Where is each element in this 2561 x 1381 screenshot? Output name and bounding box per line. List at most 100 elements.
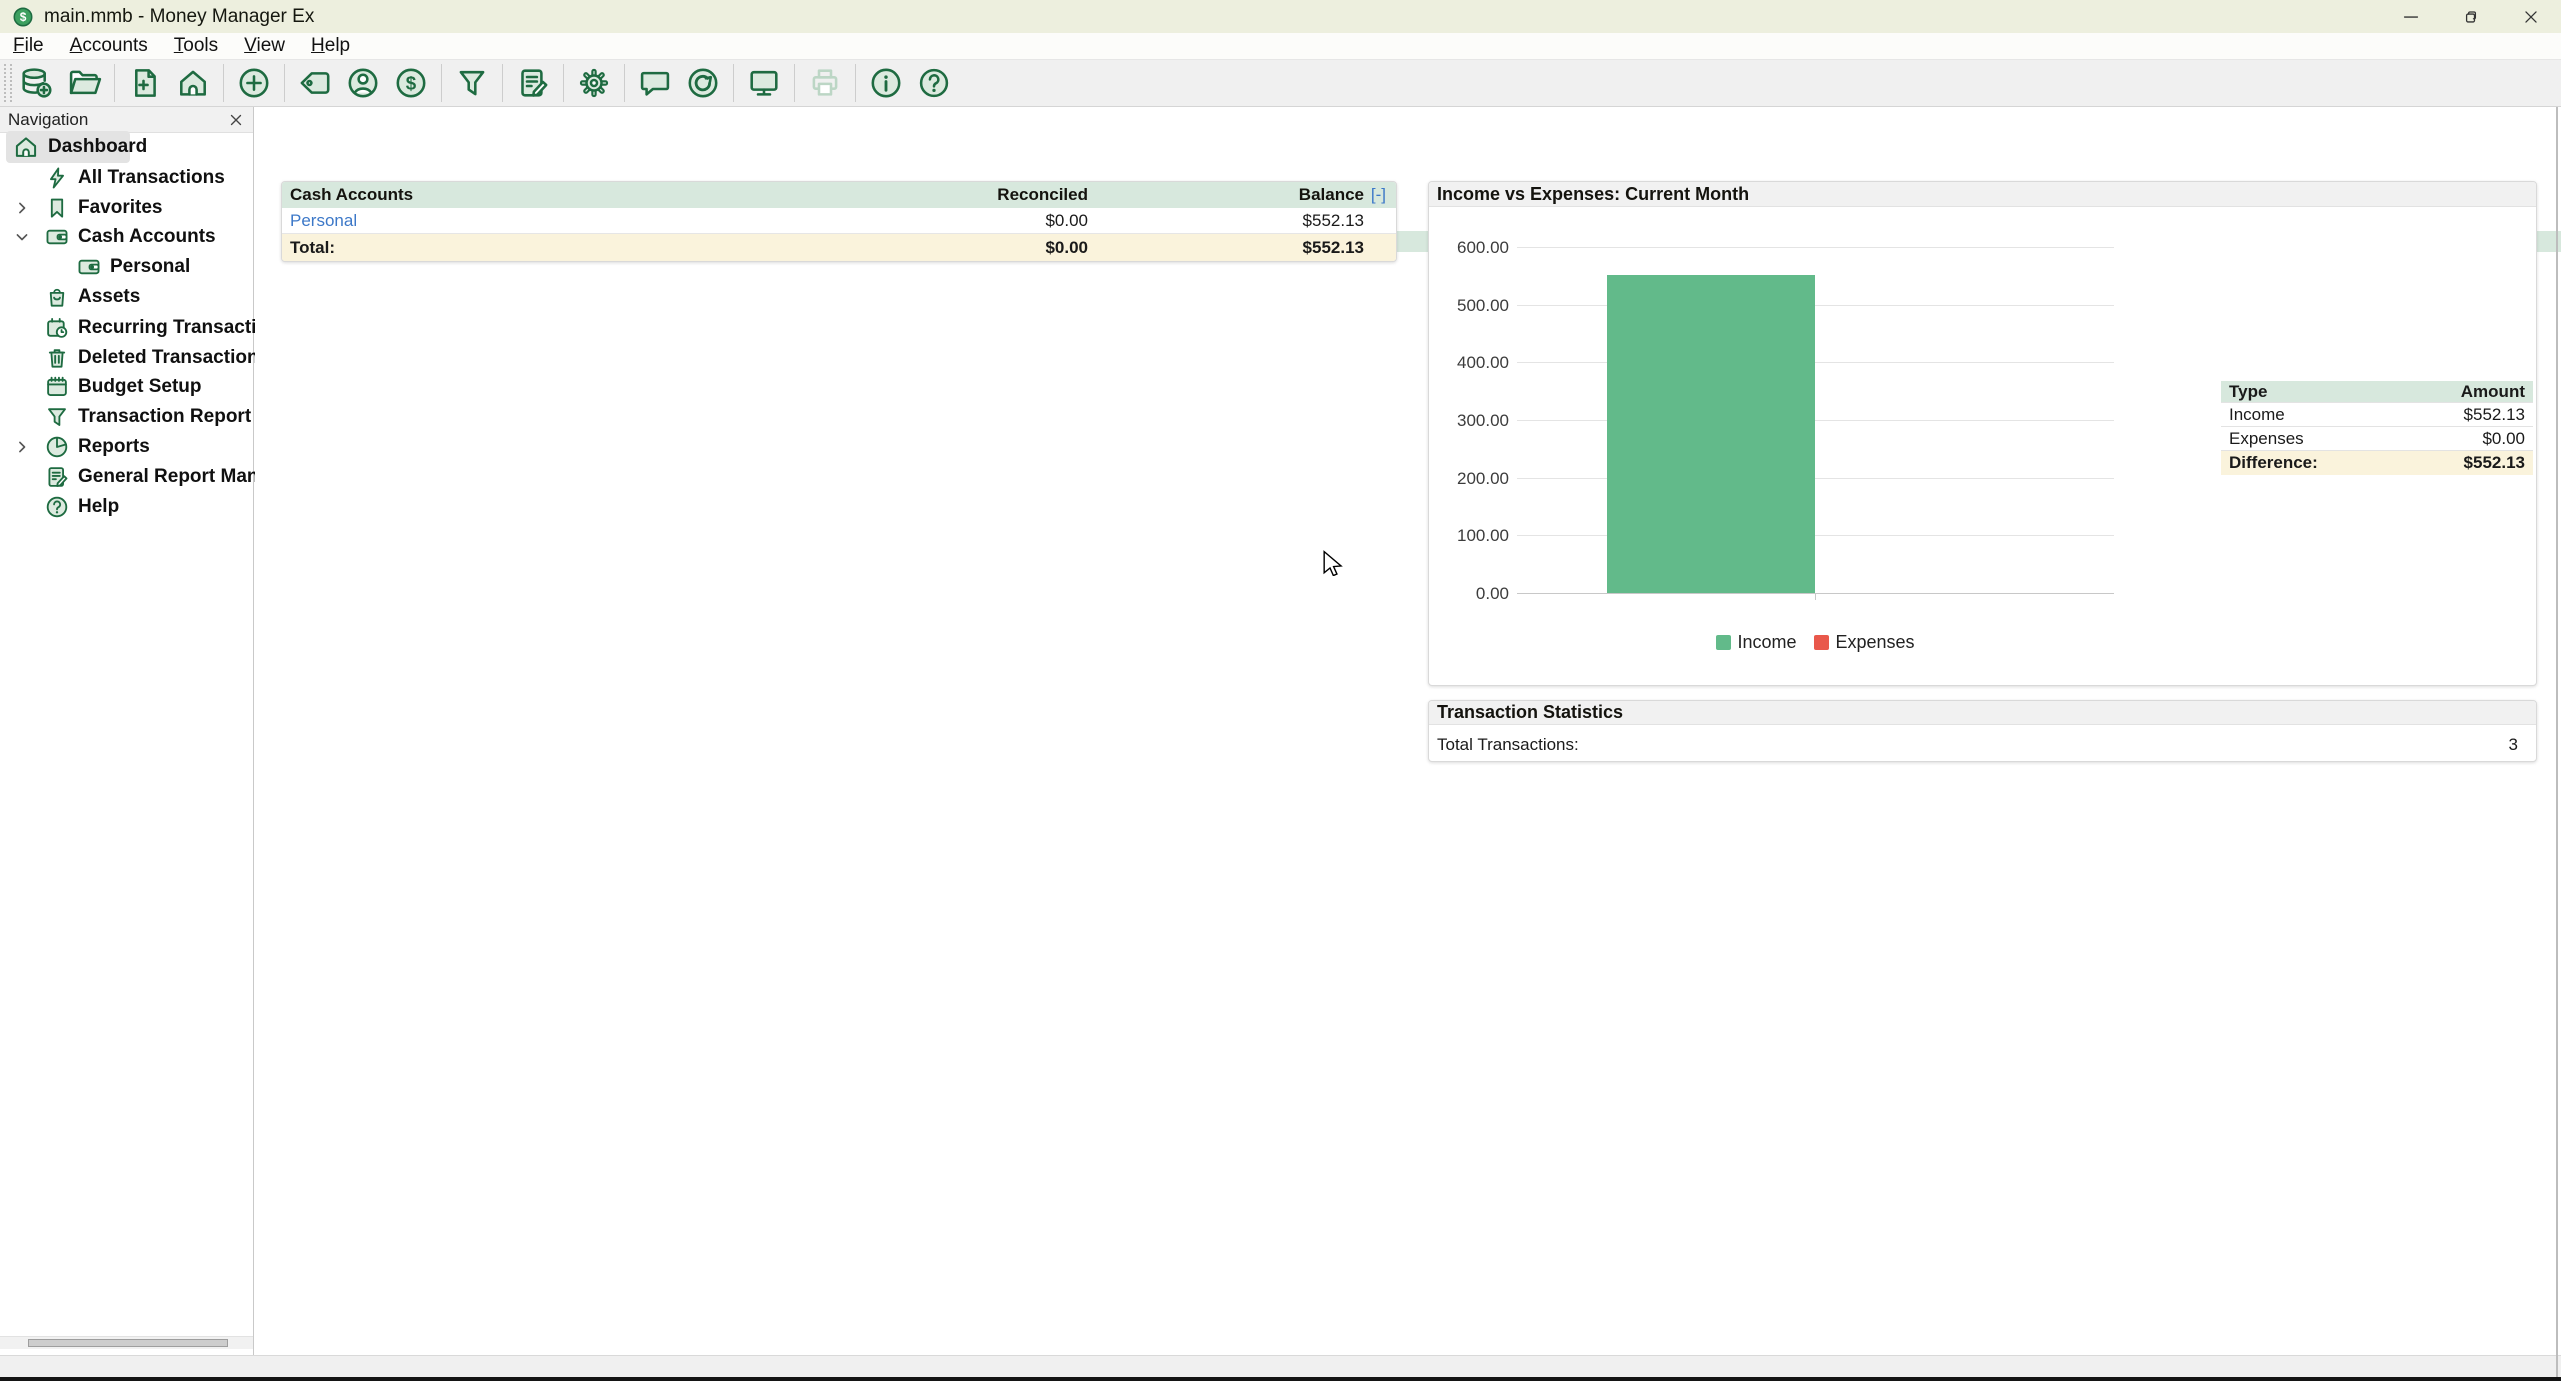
toolbar-general-report-manager-button[interactable] [509,61,557,105]
home-icon [175,65,211,101]
bag-icon [44,284,70,310]
toolbar-organize-payees-button[interactable] [339,61,387,105]
toolbar-fullscreen-button[interactable] [740,61,788,105]
nav-horizontal-scrollbar-thumb[interactable] [28,1339,228,1347]
lightning-icon [44,165,70,191]
toolbar-open-database-button[interactable] [60,61,108,105]
money-manager-ex-window: $ main.mmb - Money Manager Ex FileAccoun… [0,0,2561,1381]
toolbar-new-account-button[interactable] [121,61,169,105]
toolbar-news-button[interactable] [631,61,679,105]
menu-item-help[interactable]: Help [298,35,363,57]
total-transactions-row: Total Transactions: 3 [1429,735,2536,755]
nav-item-cash-accounts[interactable]: Cash Accounts [44,222,216,252]
pie-chart-icon [44,434,70,460]
toolbar-dashboard-home-button[interactable] [169,61,217,105]
cash-account-row: Personal $0.00 $552.13 [282,208,1396,234]
y-axis-label: 400.00 [1439,353,1509,373]
income-label: Income [2229,405,2464,425]
app-logo-icon: $ [12,6,34,28]
chevron-down-icon[interactable] [12,227,32,247]
toolbar-grip[interactable] [4,64,12,102]
bar-income [1607,275,1815,593]
toolbar-separator [794,64,795,102]
chart-legend: Income Expenses [1517,632,2114,653]
navigation-panel-header: Navigation [0,107,253,133]
speech-bubble-icon [637,65,673,101]
income-vs-expenses-panel: Income vs Expenses: Current Month 0.00 10… [1428,181,2537,686]
toolbar-separator [624,64,625,102]
income-vs-expenses-title: Income vs Expenses: Current Month [1429,182,2536,207]
y-axis-label: 100.00 [1439,526,1509,546]
toolbar-check-updates-button[interactable] [679,61,727,105]
nav-item-assets[interactable]: Assets [44,282,140,312]
menu-item-tools[interactable]: Tools [161,35,231,57]
chevron-right-icon[interactable] [12,437,32,457]
close-button[interactable] [2501,0,2561,33]
nav-horizontal-scrollbar[interactable] [0,1336,253,1349]
toolbar-new-transaction-button[interactable] [230,61,278,105]
menu-item-view[interactable]: View [231,35,298,57]
restore-button[interactable] [2441,0,2501,33]
gridline-600 [1517,247,2114,248]
expenses-amount: $0.00 [2482,429,2525,449]
total-balance-value: $552.13 [1088,238,1364,258]
folder-open-icon [66,65,102,101]
nav-item-all-transactions[interactable]: All Transactions [44,163,225,193]
nav-item-deleted-transactions[interactable]: Deleted Transactions [44,343,269,373]
toolbar-separator [114,64,115,102]
total-transactions-value: 3 [2509,735,2518,755]
nav-item-budget-setup[interactable]: Budget Setup [44,372,202,402]
collapse-panel-link[interactable]: [-] [1371,185,1386,205]
balance-column-header: Balance [1088,185,1364,205]
refresh-icon [685,65,721,101]
account-personal-link[interactable]: Personal [282,211,848,231]
menu-item-file[interactable]: File [0,35,57,57]
doc-edit-icon [44,464,70,490]
nav-item-recurring-transactions[interactable]: Recurring Transactions [44,313,290,343]
svg-text:$: $ [20,10,27,24]
toolbar-about-button[interactable] [862,61,910,105]
toolbar-organize-currencies-button[interactable]: $ [387,61,435,105]
personal-reconciled-value: $0.00 [848,211,1088,231]
nav-item-help[interactable]: Help [44,492,119,522]
dashboard-main-area: Total Net WorthReconciled: $0.00Assets: … [255,107,2561,1355]
toolbar-new-database-button[interactable] [12,61,60,105]
window-right-edge [2556,107,2558,1377]
toolbar-separator [223,64,224,102]
nav-item-favorites[interactable]: Favorites [44,193,162,223]
y-axis-label: 0.00 [1439,584,1509,604]
nav-item-label: Transaction Report [78,406,251,428]
toolbar-options-button[interactable] [570,61,618,105]
reconciled-column-header: Reconciled [848,185,1088,205]
gear-icon [576,65,612,101]
toolbar-organize-categories-button[interactable] [291,61,339,105]
nav-item-dashboard[interactable]: Dashboard [12,132,147,162]
transaction-statistics-panel: Transaction Statistics Total Transaction… [1428,700,2537,762]
nav-item-transaction-report[interactable]: Transaction Report [44,402,251,432]
nav-item-label: Favorites [78,197,162,219]
toolbar-separator [855,64,856,102]
y-axis-label: 500.00 [1439,296,1509,316]
navigation-close-icon[interactable] [227,111,245,129]
toolbar-separator [502,64,503,102]
calendar-clock-icon [44,315,70,341]
income-swatch-icon [1716,635,1731,650]
menu-item-accounts[interactable]: Accounts [57,35,161,57]
toolbar-transaction-report-button[interactable] [448,61,496,105]
minimize-button[interactable] [2381,0,2441,33]
y-axis-label: 600.00 [1439,238,1509,258]
monitor-icon [746,65,782,101]
calendar-icon [44,374,70,400]
funnel-icon [44,404,70,430]
toolbar-help-button[interactable] [910,61,958,105]
personal-balance-value: $552.13 [1088,211,1364,231]
chevron-right-icon[interactable] [12,198,32,218]
toolbar: $ [0,59,2561,107]
user-circle-icon [345,65,381,101]
circle-plus-icon [236,65,272,101]
nav-item-reports[interactable]: Reports [44,432,150,462]
cash-accounts-panel-title: Cash Accounts [282,185,848,205]
legend-item-expenses: Expenses [1814,632,1914,653]
nav-item-label: Budget Setup [78,376,202,398]
nav-item-personal[interactable]: Personal [76,252,190,282]
